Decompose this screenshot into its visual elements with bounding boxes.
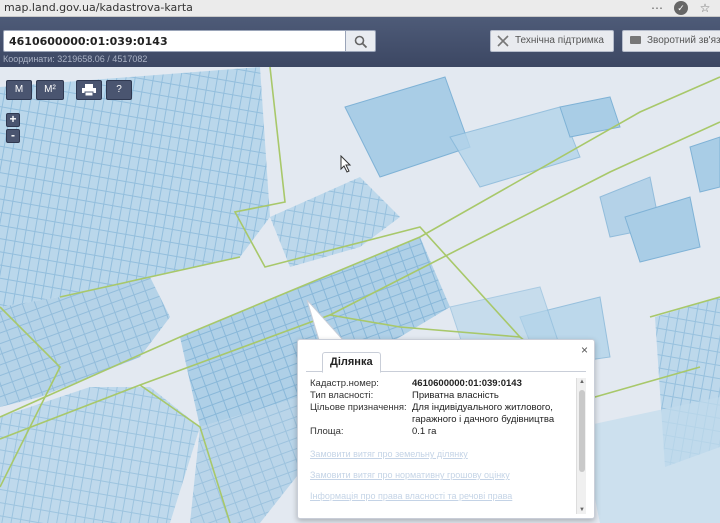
tools-icon bbox=[497, 35, 509, 47]
popup-tabbar: Ділянка bbox=[306, 350, 586, 373]
scroll-down-icon[interactable]: ▼ bbox=[578, 507, 586, 513]
extension-icon[interactable]: ✓ bbox=[674, 1, 688, 15]
popup-pointer bbox=[306, 300, 345, 341]
popup-scrollbar[interactable]: ▲ ▼ bbox=[576, 378, 586, 514]
zoom-in-button[interactable]: + bbox=[6, 113, 20, 127]
area-ruler-icon: M² bbox=[44, 84, 56, 95]
cursor-icon bbox=[340, 155, 352, 173]
info-row: Тип власності: Приватна власність bbox=[310, 390, 574, 402]
zoom-out-button[interactable]: - bbox=[6, 129, 20, 143]
row-value: Приватна власність bbox=[412, 390, 499, 401]
row-key: Площа: bbox=[310, 426, 344, 437]
measure-line-button[interactable]: M bbox=[6, 80, 32, 100]
info-row: Кадастр.номер: 4610600000:01:039:0143 bbox=[310, 378, 574, 390]
printer-icon bbox=[82, 84, 96, 97]
popup-links: Замовити витяг про земельну ділянку Замо… bbox=[310, 449, 574, 501]
popup-body: Кадастр.номер: 4610600000:01:039:0143 Ти… bbox=[310, 378, 574, 508]
tech-support-label: Технічна підтримка bbox=[515, 35, 604, 46]
measure-area-button[interactable]: M² bbox=[36, 80, 64, 100]
scroll-thumb[interactable] bbox=[579, 390, 585, 472]
order-extract-link[interactable]: Замовити витяг про земельну ділянку bbox=[310, 449, 574, 459]
row-key: Цільове призначення: bbox=[310, 402, 407, 413]
browser-actions: ⋯ ✓ ☆ bbox=[650, 1, 712, 15]
message-icon bbox=[630, 36, 641, 44]
ownership-rights-link[interactable]: Інформація про права власності та речові… bbox=[310, 491, 574, 501]
search-icon bbox=[354, 35, 368, 49]
tab-parcel[interactable]: Ділянка bbox=[322, 352, 381, 373]
row-value: Для індивідуального житлового, гаражного… bbox=[412, 402, 555, 425]
order-valuation-link[interactable]: Замовити витяг про нормативну грошову оц… bbox=[310, 470, 574, 480]
feedback-button[interactable]: Зворотний зв'язок bbox=[622, 30, 720, 52]
identify-button[interactable]: ? bbox=[106, 80, 132, 100]
parcel-info-popup: × Ділянка Кадастр.номер: 4610600000:01:0… bbox=[297, 339, 595, 519]
star-icon[interactable]: ☆ bbox=[698, 1, 712, 15]
browser-url-bar[interactable]: map.land.gov.ua/kadastrova-karta ⋯ ✓ ☆ bbox=[0, 0, 720, 17]
tech-support-button[interactable]: Технічна підтримка bbox=[490, 30, 614, 52]
search-button[interactable] bbox=[346, 30, 376, 52]
row-value: 4610600000:01:039:0143 bbox=[412, 378, 522, 389]
row-key: Кадастр.номер: bbox=[310, 378, 379, 389]
row-value: 0.1 га bbox=[412, 426, 437, 437]
url-text[interactable]: map.land.gov.ua/kadastrova-karta bbox=[4, 1, 193, 14]
ruler-icon: M bbox=[14, 84, 24, 95]
dots-icon[interactable]: ⋯ bbox=[650, 1, 664, 15]
print-button[interactable] bbox=[76, 80, 102, 100]
question-pointer-icon: ? bbox=[116, 84, 122, 95]
info-row: Цільове призначення: Для індивідуального… bbox=[310, 402, 574, 426]
feedback-label: Зворотний зв'язок bbox=[647, 35, 720, 46]
search-input[interactable]: 4610600000:01:039:0143 bbox=[3, 30, 346, 52]
info-row: Площа: 0.1 га bbox=[310, 426, 574, 438]
coordinates-readout: Координати: 3219658.06 / 4517082 bbox=[3, 54, 148, 64]
zoom-controls: + - bbox=[6, 113, 20, 143]
app-header: 4610600000:01:039:0143 Координати: 32196… bbox=[0, 17, 720, 67]
map-toolbar: M M² ? bbox=[6, 80, 132, 100]
scroll-up-icon[interactable]: ▲ bbox=[578, 379, 586, 385]
row-key: Тип власності: bbox=[310, 390, 374, 401]
